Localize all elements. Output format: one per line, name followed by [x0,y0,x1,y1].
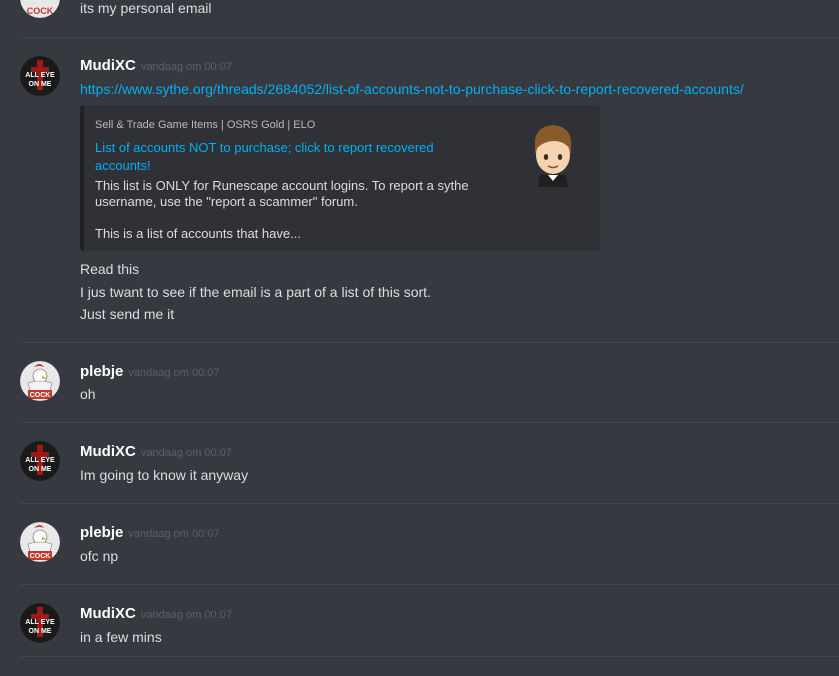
username[interactable]: MudiXC [80,57,136,74]
username[interactable]: MudiXC [80,443,136,460]
embed-description: This list is ONLY for Runescape account … [95,178,469,209]
message-text: Read this [80,261,140,277]
message-header: plebje vandaag om 00:07 [80,524,220,542]
message-text: Just send me it [80,306,175,322]
avatar-mudixc[interactable]: ALL EYE ON ME [20,441,60,481]
message-header: MudiXC vandaag om 00:07 [80,605,232,623]
message-text: its my personal email [80,0,212,16]
username[interactable]: MudiXC [80,605,136,622]
avatar-plebje[interactable]: COCK [20,522,60,562]
timestamp: vandaag om 00:07 [140,61,232,73]
avatar-mudixc-bottom-text: ON ME [29,81,52,88]
message-link[interactable]: https://www.sythe.org/threads/2684052/li… [80,81,744,97]
message-text: ofc np [80,548,119,564]
avatar-plebje[interactable]: COCK [20,361,60,401]
username[interactable]: plebje [80,363,123,380]
embed-provider: Sell & Trade Game Items | OSRS Gold | EL… [95,119,316,131]
avatar-plebje-label: COCK [27,6,54,16]
message-text: in a few mins [80,629,162,645]
avatar-mudixc[interactable]: ALL EYE ON ME [20,603,60,643]
message-header: MudiXC vandaag om 00:07 [80,443,232,461]
message-text: oh [80,386,96,402]
message-divider [20,503,839,504]
timestamp: vandaag om 00:07 [140,447,232,459]
timestamp: vandaag om 00:07 [140,609,232,621]
embed-title-link[interactable]: List of accounts NOT to purchase; click … [95,139,485,175]
username[interactable]: plebje [80,524,123,541]
timestamp: vandaag om 00:07 [128,528,220,540]
avatar-mudixc[interactable]: ALL EYE ON ME [20,56,60,96]
avatar-mudixc-top-text: ALL EYE [25,72,55,79]
avatar-mudixc-bottom-text: ON ME [29,628,52,635]
embed-description-more: This is a list of accounts that have... [95,226,301,241]
timestamp: vandaag om 00:07 [128,367,220,379]
message-text: Im going to know it anyway [80,467,249,483]
message-divider [20,342,839,343]
message-divider [20,37,839,38]
message-text: I jus twant to see if the email is a par… [80,284,431,300]
avatar-plebje[interactable]: COCK [20,0,60,18]
message-header: MudiXC vandaag om 00:07 [80,57,232,75]
embed-thumbnail[interactable] [518,119,588,189]
avatar-mudixc-top-text: ALL EYE [25,457,55,464]
avatar-plebje-label: COCK [30,553,51,560]
message-divider [20,656,839,657]
message-divider [20,422,839,423]
message-divider [20,584,839,585]
avatar-plebje-label: COCK [30,392,51,399]
message-header: plebje vandaag om 00:07 [80,363,220,381]
avatar-mudixc-top-text: ALL EYE [25,619,55,626]
avatar-mudixc-bottom-text: ON ME [29,466,52,473]
link-embed: Sell & Trade Game Items | OSRS Gold | EL… [80,105,600,251]
